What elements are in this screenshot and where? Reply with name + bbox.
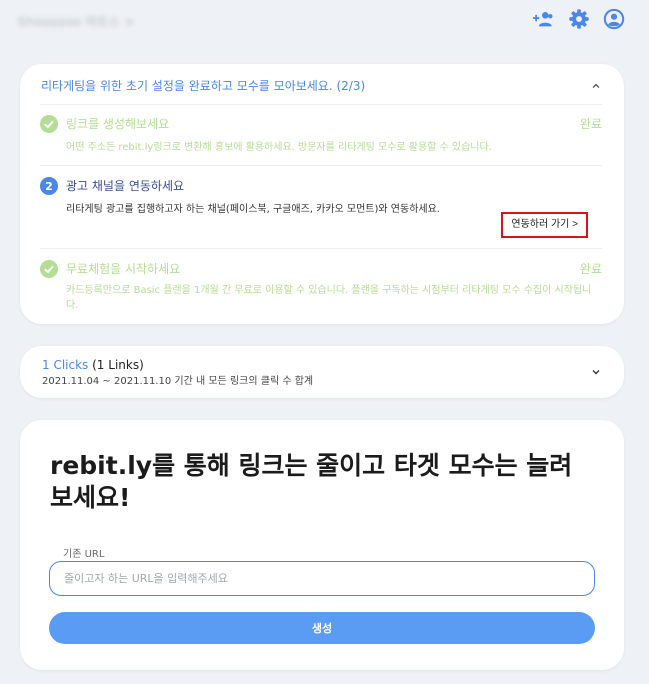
step-status-complete: 완료 (579, 117, 602, 131)
step-connect-ad-channel: 2 광고 채널을 연동하세요 리타게팅 광고를 집행하고자 하는 채널(페이스북… (40, 177, 602, 245)
setup-header[interactable]: 리타게팅을 위한 초기 설정을 완료하고 모수를 모아보세요. (2/3) (40, 78, 602, 102)
connect-channel-button[interactable]: 연동하러 가기 > (501, 212, 588, 238)
chevron-down-icon[interactable] (590, 366, 602, 378)
step-start-free-trial: 무료체험을 시작하세요 완료 카드등록만으로 Basic 플랜을 1개월 간 무… (40, 260, 602, 314)
original-url-input[interactable] (49, 561, 595, 596)
step-create-link: 링크를 생성해보세요 완료 어떤 주소든 rebit.ly링크로 변환해 홍보에… (40, 115, 602, 157)
account-name[interactable]: Shoooooo 마트스 > (18, 13, 135, 30)
chevron-up-icon[interactable] (590, 80, 602, 92)
step-status-complete: 완료 (579, 262, 602, 276)
setup-title: 리타게팅을 위한 초기 설정을 완료하고 모수를 모아보세요. (2/3) (41, 79, 366, 93)
create-link-card: rebit.ly를 통해 링크는 줄이고 타겟 모수는 늘려보세요! 기존 UR… (20, 420, 624, 670)
date-range-caption: 2021.11.04 ~ 2021.11.10 기간 내 모든 링크의 클릭 수… (42, 376, 314, 387)
step-title: 광고 채널을 연동하세요 (66, 179, 185, 193)
step-description: 어떤 주소든 rebit.ly링크로 변환해 홍보에 활용하세요. 방문자를 리… (66, 142, 492, 153)
clicks-total: 1 Clicks (1 Links) (42, 357, 144, 373)
step-description: 리타게팅 광고를 집행하고자 하는 채널(페이스북, 구글애즈, 카카오 모먼트… (66, 204, 440, 215)
step-title: 링크를 생성해보세요 (66, 117, 170, 131)
divider (40, 248, 602, 249)
create-button[interactable]: 생성 (49, 612, 595, 644)
top-bar: Shoooooo 마트스 > (0, 0, 649, 40)
check-circle-icon (40, 115, 58, 133)
check-circle-icon (40, 260, 58, 278)
setup-checklist-card: 리타게팅을 위한 초기 설정을 완료하고 모수를 모아보세요. (2/3) 링크… (20, 64, 624, 324)
step-number-badge: 2 (40, 177, 58, 195)
divider (40, 165, 602, 166)
step-description: 카드등록만으로 Basic 플랜을 1개월 간 무료로 이용할 수 있습니다. … (66, 285, 592, 311)
step-title: 무료체험을 시작하세요 (66, 262, 181, 276)
clicks-count: 1 Clicks (42, 358, 89, 372)
original-url-label: 기존 URL (63, 549, 105, 560)
links-count: (1 Links) (92, 358, 144, 372)
clicks-summary-card[interactable]: 1 Clicks (1 Links) 2021.11.04 ~ 2021.11.… (20, 346, 624, 398)
add-user-icon[interactable] (531, 8, 555, 30)
headline: rebit.ly를 통해 링크는 줄이고 타겟 모수는 늘려보세요! (50, 451, 573, 512)
divider (40, 104, 602, 105)
settings-gear-icon[interactable] (568, 8, 590, 30)
account-circle-icon[interactable] (603, 8, 625, 30)
